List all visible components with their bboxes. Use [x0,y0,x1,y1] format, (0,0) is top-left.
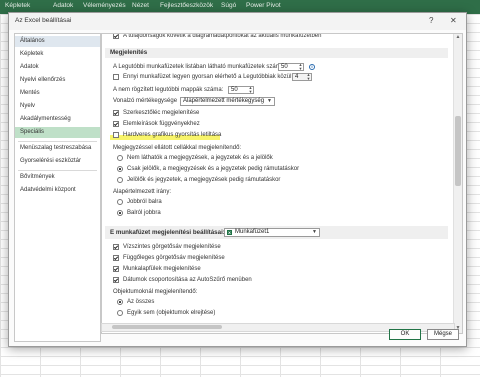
chart-datapoint-checkbox[interactable] [113,34,119,39]
direction-label: Alapértelmezett irány: [113,189,172,195]
ribbon-tab-adatok[interactable]: Adatok [53,2,73,9]
unpinned-folders-label: A nem rögzített legutóbbi mappák száma: [113,87,224,93]
comments-notes-label: Jelölők és jegyzetek, a megjegyzések ped… [127,177,281,183]
function-screentips-label: Elemleírások függvényekhez [123,121,200,127]
workbook-value: Munkafüzet1 [235,229,270,235]
comments-notes-radio[interactable] [117,177,123,183]
recent-workbooks-label: A Legutóbbi munkafüzetek listában láthat… [113,64,286,70]
comments-label: Megjegyzéssel ellátott cellákkal megjele… [113,145,242,151]
unpinned-folders-value: 50 [231,87,238,93]
cancel-button[interactable]: Mégse [427,329,459,340]
hw-accel-label: Hardveres grafikus gyorsítás letiltása [123,132,222,138]
section-display: Megjelenítés [105,48,448,58]
nav-item-nyelv[interactable]: Nyelv [15,101,100,112]
chevron-down-icon: ▼ [267,98,272,104]
vscroll-checkbox[interactable] [113,255,119,261]
ribbon-tab-nezet[interactable]: Nézet [132,2,149,9]
workbook-section-title: E munkafüzet megjelenítési beállításai: [110,229,225,236]
direction-rtl-label: Jobbról balra [127,199,162,205]
ribbon-tab-power-pivot[interactable]: Power Pivot [246,2,281,9]
direction-rtl-radio[interactable] [117,199,123,205]
hw-accel-checkbox[interactable] [113,132,119,138]
nav-separator [18,170,97,171]
nav-item-kepletek[interactable]: Képletek [15,49,100,60]
recent-workbooks-value: 50 [281,64,288,70]
comments-indicators-label: Csak jelölők, a megjegyzések és a jegyze… [127,166,300,172]
comments-none-label: Nem láthatók a megjegyzések, a jegyzetek… [127,155,273,161]
direction-ltr-radio[interactable] [117,210,123,216]
nav-item-mentes[interactable]: Mentés [15,88,100,99]
help-button[interactable]: ? [429,16,433,25]
ribbon-tab-kepletek[interactable]: Képletek [5,2,30,9]
recent-workbooks-stepper[interactable]: 50 ▲ ▼ [278,63,304,71]
chevron-down-icon: ▼ [312,229,317,235]
objects-label: Objektumoknál megjelenítendő: [113,289,198,295]
ribbon-tab-fejlesztoeszkozok[interactable]: Fejlesztőeszközök [160,2,213,9]
formula-bar-checkbox[interactable] [113,110,119,116]
ok-button[interactable]: OK [389,329,421,340]
stepper-arrows-icon[interactable]: ▲ ▼ [306,73,311,81]
unpinned-folders-stepper[interactable]: 50 ▲ ▼ [228,86,254,94]
workbook-dropdown[interactable]: X Munkafüzet1 ▼ [224,228,320,237]
quick-access-checkbox[interactable] [113,74,119,80]
stepper-arrows-icon[interactable]: ▲ ▼ [298,63,303,71]
sheet-tabs-checkbox[interactable] [113,266,119,272]
panel-scrollbar[interactable]: ▲ ▼ [453,34,462,333]
objects-none-radio[interactable] [117,310,123,316]
objects-all-label: Az összes [127,299,155,305]
group-dates-checkbox[interactable] [113,277,119,283]
nav-item-specialis[interactable]: Speciális [15,127,100,138]
vscroll-label: Függőleges görgetősáv megjelenítése [123,255,225,261]
nav-item-nyelvi-ellenorzes[interactable]: Nyelvi ellenőrzés [15,75,100,86]
nav-item-menuszalag[interactable]: Menüszalag testreszabása [15,143,100,154]
options-panel: A tulajdonságok követik a diagramadatpon… [101,33,463,334]
nav-item-adatok[interactable]: Adatok [15,62,100,73]
hscroll-thumb[interactable] [112,325,222,329]
nav-item-adatvedelmi-kozpont[interactable]: Adatvédelmi központ [15,185,100,196]
options-nav: Általános Képletek Adatok Nyelvi ellenőr… [14,33,101,342]
sheet-tabs-label: Munkalapfülek megjelenítése [123,266,201,272]
dialog-title: Az Excel beállításai [15,17,72,24]
quick-access-label: Ennyi munkafüzet legyen gyorsan elérhető… [123,74,294,80]
quick-access-value: 4 [295,74,299,80]
nav-item-gyorselérési[interactable]: Gyorselérési eszköztár [15,156,100,167]
quick-access-stepper[interactable]: 4 ▲ ▼ [292,73,312,81]
ruler-units-value: Alapértelmezett mértékegység [183,98,265,104]
excel-icon: X [227,230,232,235]
comments-indicators-radio[interactable] [117,166,123,172]
close-button[interactable]: ✕ [450,16,457,25]
nav-item-akadalymentesseg[interactable]: Akadálymentesség [15,114,100,125]
excel-options-dialog: Az Excel beállításai ? ✕ Általános Képle… [8,12,467,347]
ruler-units-dropdown[interactable]: Alapértelmezett mértékegység ▼ [180,97,275,106]
ribbon-tab-velemenyezes[interactable]: Véleményezés [83,2,126,9]
dialog-titlebar: Az Excel beállításai ? ✕ [9,13,466,30]
ruler-units-label: Vonalzó mértékegysége [113,98,178,104]
scrollbar-thumb[interactable] [455,116,461,186]
stepper-arrows-icon[interactable]: ▲ ▼ [248,86,253,94]
info-icon[interactable]: i [309,64,315,70]
chart-datapoint-label: A tulajdonságok követik a diagramadatpon… [123,33,322,39]
hscroll-label: Vízszintes görgetősáv megjelenítése [123,244,221,250]
formula-bar-label: Szerkesztőléc megjelenítése [123,110,200,116]
objects-none-label: Egyik sem (objektumok elrejtése) [127,310,216,316]
direction-ltr-label: Balról jobbra [127,210,161,216]
nav-separator [18,141,97,142]
nav-item-bovitmenyek[interactable]: Bővítmények [15,172,100,183]
function-screentips-checkbox[interactable] [113,121,119,127]
group-dates-label: Dátumok csoportosítása az AutoSzűrő menü… [123,277,252,283]
hscroll-checkbox[interactable] [113,244,119,250]
comments-none-radio[interactable] [117,155,123,161]
nav-item-altalanos[interactable]: Általános [15,36,100,47]
scroll-up-icon[interactable]: ▲ [454,34,462,42]
ribbon-tab-sugo[interactable]: Súgó [221,2,236,9]
objects-all-radio[interactable] [117,299,123,305]
